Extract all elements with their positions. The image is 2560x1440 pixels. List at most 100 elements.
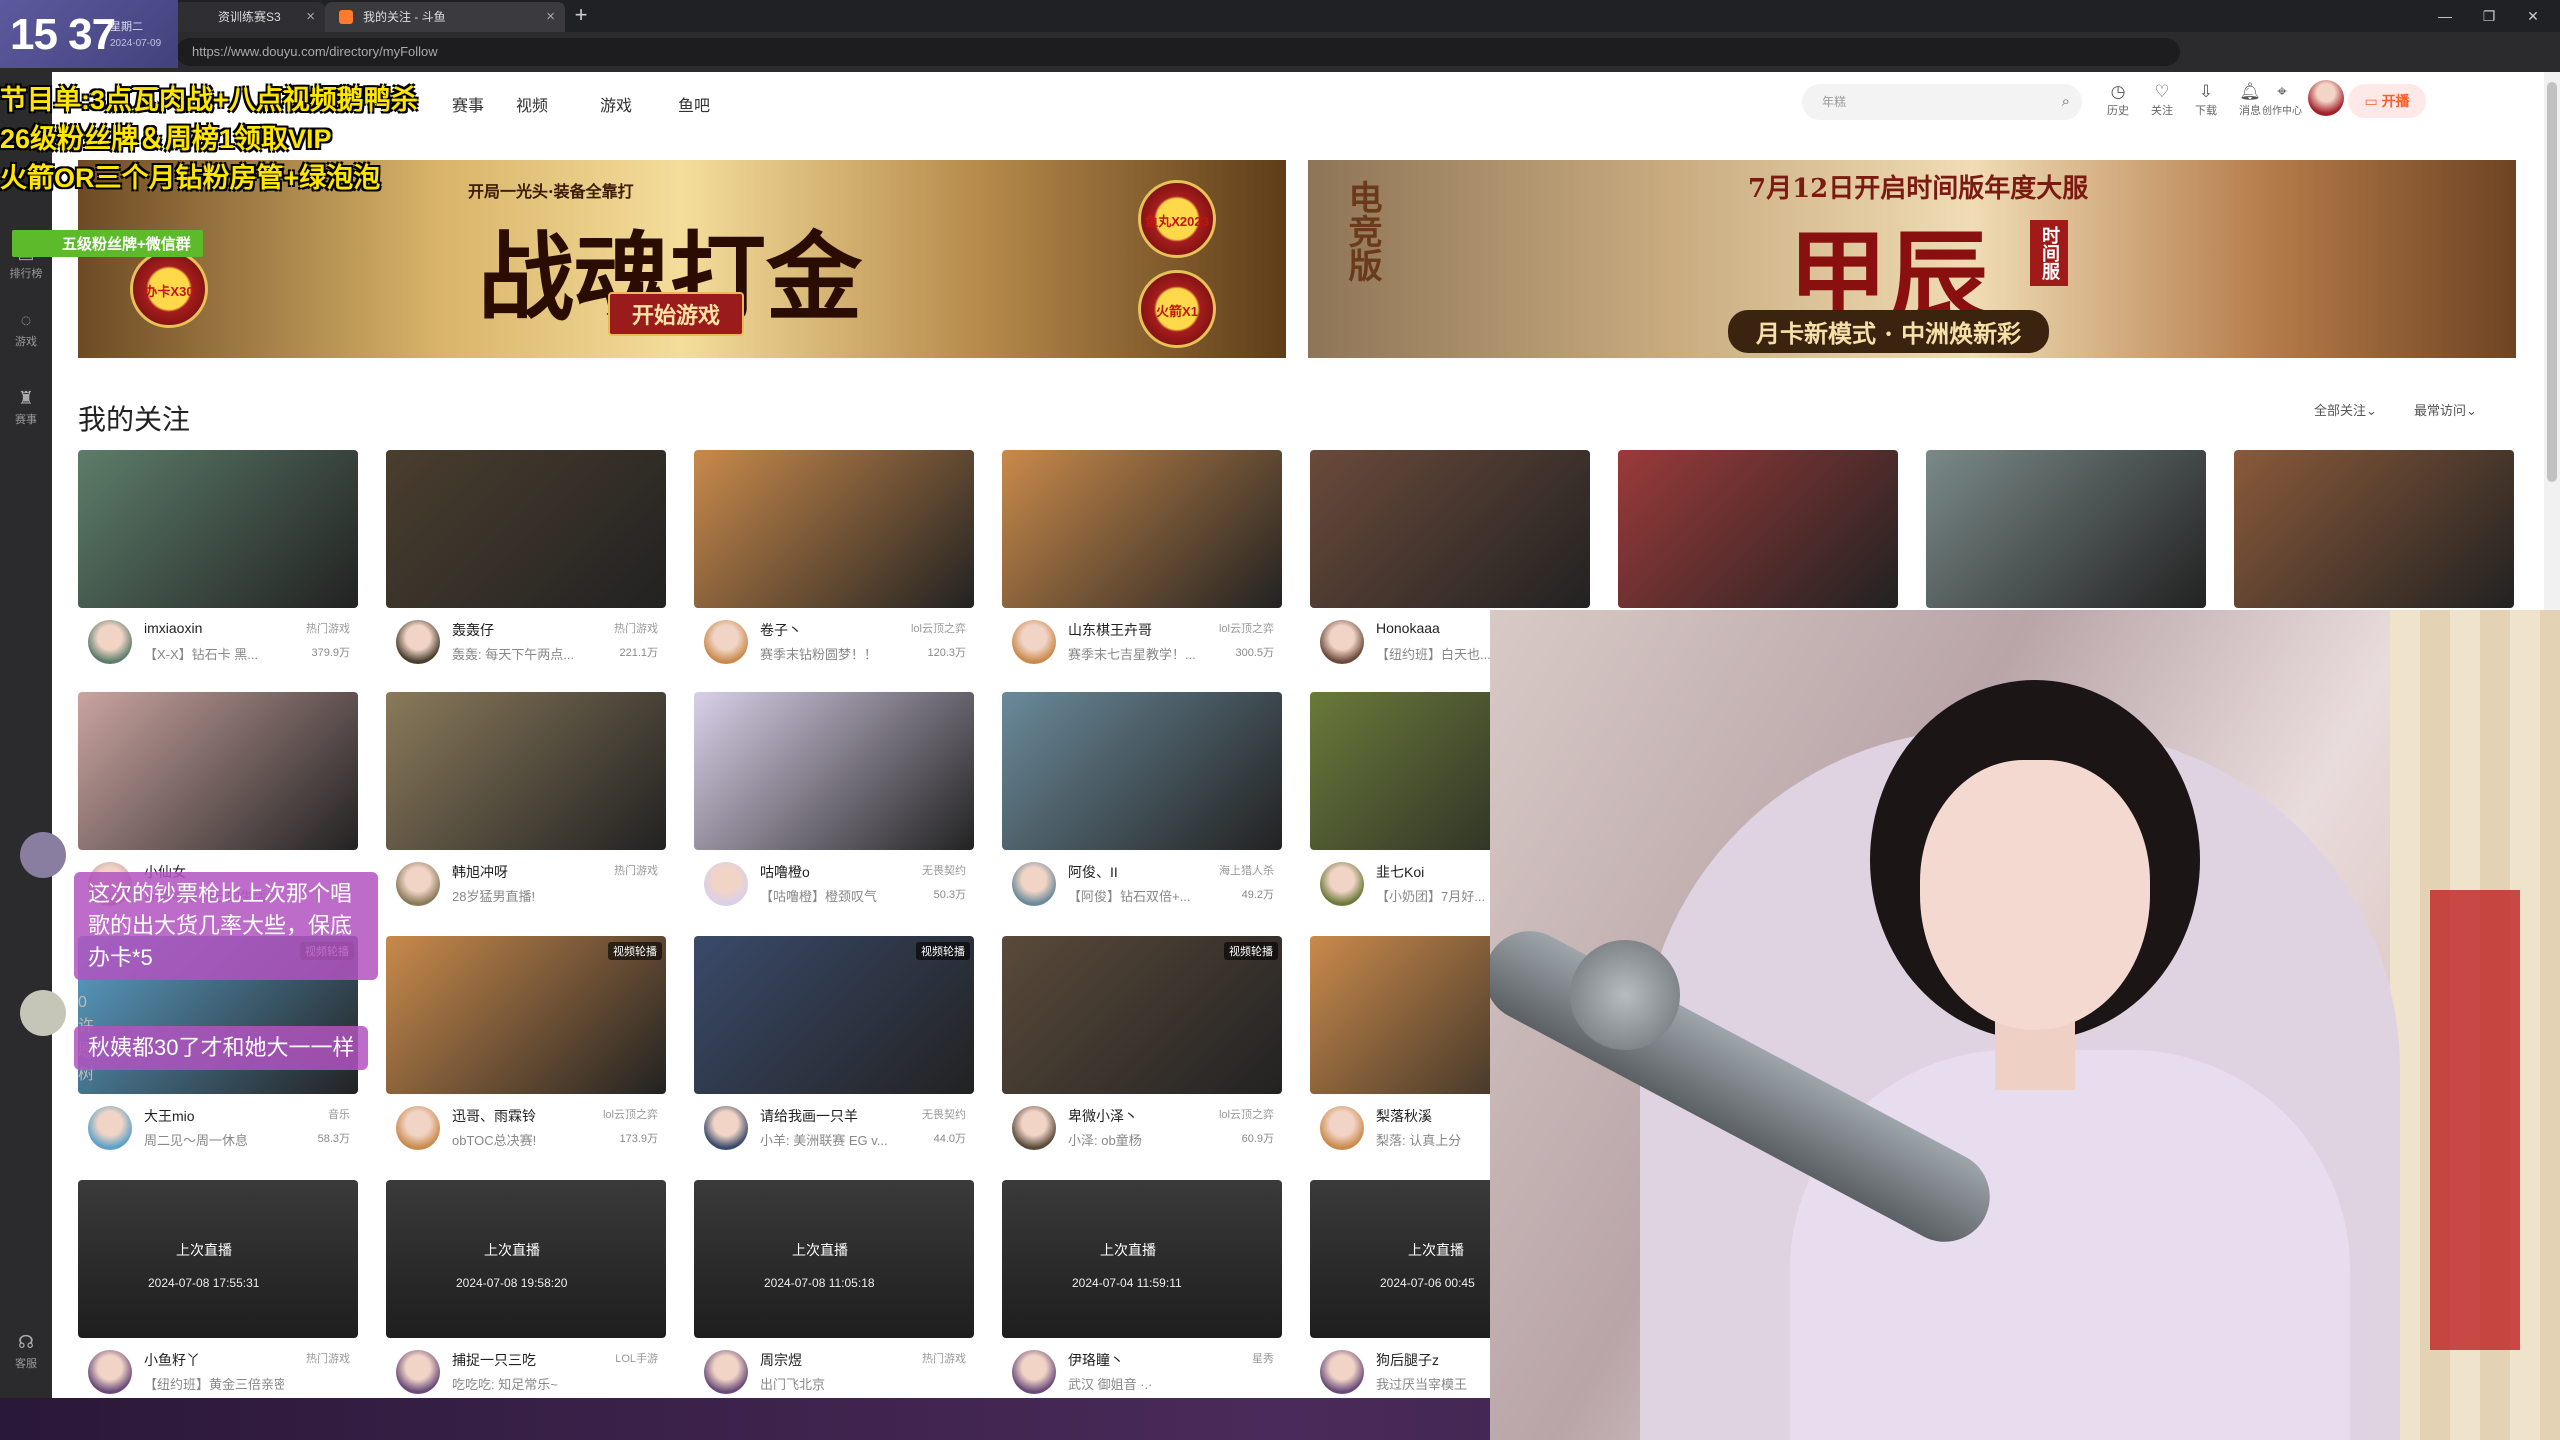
streamer-avatar[interactable] [1320, 862, 1364, 906]
new-tab-button[interactable]: + [566, 0, 596, 32]
scroll-thumb[interactable] [2547, 82, 2557, 482]
user-avatar[interactable] [2308, 80, 2344, 116]
streamer-avatar[interactable] [396, 1106, 440, 1150]
url-field[interactable]: https://www.douyu.com/directory/myFollow [176, 38, 2180, 66]
streamer-avatar[interactable] [1320, 1350, 1364, 1394]
follow-card[interactable]: imxiaoxin 热门游戏 【X-X】钻石卡 黑... 379.9万 [78, 450, 358, 678]
menu-games[interactable]: 游戏 [600, 92, 632, 116]
history-button[interactable]: ◷ 历史 [2098, 82, 2138, 118]
rail-item-service[interactable]: ☊ 客服 [8, 1332, 44, 1371]
follow-card[interactable]: 阿俊、II 海上猎人杀 【阿俊】钻石双倍+... 49.2万 [1002, 692, 1282, 920]
streamer-name[interactable]: 大王mio [144, 1106, 284, 1126]
streamer-name[interactable]: 卷子丶 [760, 620, 900, 640]
streamer-name[interactable]: 轰轰仔 [452, 620, 592, 640]
follow-card-offline[interactable]: 上次直播 2024-07-08 11:05:18 周宗煜 热门游戏 出门飞北京 [694, 1180, 974, 1408]
streamer-avatar[interactable] [704, 1350, 748, 1394]
stream-thumbnail[interactable] [386, 450, 666, 608]
follow-card[interactable]: 韩旭冲呀 热门游戏 28岁猛男直播! [386, 692, 666, 920]
stream-thumbnail[interactable] [386, 692, 666, 850]
follow-button[interactable]: ♡ 关注 [2142, 82, 2182, 118]
follow-card[interactable]: 视频轮播 请给我画一只羊 无畏契约 小羊: 美洲联赛 EG v... 44.0万 [694, 936, 974, 1164]
stream-thumbnail[interactable] [78, 692, 358, 850]
category-label[interactable]: lol云顶之弈 [1219, 1106, 1274, 1122]
minimize-icon[interactable]: — [2424, 0, 2466, 32]
stream-thumbnail[interactable]: 视频轮播 [386, 936, 666, 1094]
menu-video[interactable]: 视频 [516, 92, 548, 116]
stream-thumbnail[interactable] [1310, 450, 1590, 608]
follow-card[interactable]: 咕噜橙o 无畏契约 【咕噜橙】橙颈叹气 50.3万 [694, 692, 974, 920]
category-label[interactable]: 热门游戏 [306, 620, 350, 636]
promo-banner-2[interactable]: 电竞版 7月12日开启时间版年度大服 甲辰 时间服 月卡新模式 · 中洲焕新彩 [1308, 160, 2516, 358]
rail-item-games[interactable]: ◌ 游戏 [8, 310, 44, 349]
streamer-avatar[interactable] [1320, 620, 1364, 664]
category-label[interactable]: LOL手游 [615, 1350, 658, 1366]
follow-card[interactable]: 山东棋王卉哥 lol云顶之弈 赛季末七吉星教学！... 300.5万 [1002, 450, 1282, 678]
stream-thumbnail[interactable] [694, 450, 974, 608]
streamer-name[interactable]: 伊珞瞳丶 [1068, 1350, 1208, 1370]
streamer-avatar[interactable] [396, 620, 440, 664]
category-label[interactable]: 热门游戏 [922, 1350, 966, 1366]
category-label[interactable]: lol云顶之弈 [1219, 620, 1274, 636]
stream-thumbnail[interactable] [694, 692, 974, 850]
filter-dropdown[interactable]: 全部关注⌄ [2314, 400, 2377, 419]
stream-thumbnail[interactable] [78, 450, 358, 608]
sort-dropdown[interactable]: 最常访问⌄ [2414, 400, 2477, 419]
streamer-name[interactable]: 咕噜橙o [760, 862, 900, 882]
start-live-button[interactable]: ▭ 开播 [2348, 84, 2426, 118]
follow-card-offline[interactable]: 上次直播 2024-07-08 17:55:31 小鱼籽丫 热门游戏 【纽约班】黄金三倍… [78, 1180, 358, 1408]
streamer-avatar[interactable] [1012, 862, 1056, 906]
streamer-name[interactable]: 小鱼籽丫 [144, 1350, 284, 1370]
category-label[interactable]: 无畏契约 [922, 1106, 966, 1122]
streamer-name[interactable]: 周宗煜 [760, 1350, 900, 1370]
streamer-avatar[interactable] [88, 1350, 132, 1394]
start-game-button[interactable]: 开始游戏 [608, 292, 745, 336]
follow-card-offline[interactable]: 上次直播 2024-07-04 11:59:11 伊珞瞳丶 星秀 武汉 御姐音 ·.· [1002, 1180, 1282, 1408]
streamer-avatar[interactable] [1320, 1106, 1364, 1150]
follow-card[interactable]: 视频轮播 迅哥、雨霖铃 lol云顶之弈 obTOC总决赛! 173.9万 [386, 936, 666, 1164]
streamer-name[interactable]: 韩旭冲呀 [452, 862, 592, 882]
streamer-avatar[interactable] [88, 1106, 132, 1150]
streamer-avatar[interactable] [704, 620, 748, 664]
category-label[interactable]: 星秀 [1252, 1350, 1274, 1366]
category-label[interactable]: 热门游戏 [614, 862, 658, 878]
follow-card[interactable]: 卷子丶 lol云顶之弈 赛季末钻粉圆梦！！ 120.3万 [694, 450, 974, 678]
offline-thumbnail[interactable]: 上次直播 2024-07-08 17:55:31 [78, 1180, 358, 1338]
category-label[interactable]: lol云顶之弈 [911, 620, 966, 636]
stream-thumbnail[interactable] [2234, 450, 2514, 608]
stream-thumbnail[interactable]: 视频轮播 [694, 936, 974, 1094]
download-button[interactable]: ⇩ 下载 [2186, 82, 2226, 118]
streamer-avatar[interactable] [396, 1350, 440, 1394]
stream-thumbnail[interactable] [1618, 450, 1898, 608]
offline-thumbnail[interactable]: 上次直播 2024-07-08 19:58:20 [386, 1180, 666, 1338]
creator-center-button[interactable]: ⌖ 创作中心 [2254, 82, 2310, 117]
category-label[interactable]: 无畏契约 [922, 862, 966, 878]
streamer-avatar[interactable] [704, 862, 748, 906]
close-icon[interactable]: × [306, 2, 315, 32]
category-label[interactable]: 热门游戏 [306, 1350, 350, 1366]
search-icon[interactable]: ⌕ [2062, 84, 2070, 120]
offline-thumbnail[interactable]: 上次直播 2024-07-04 11:59:11 [1002, 1180, 1282, 1338]
streamer-name[interactable]: 捕捉一只三吃 [452, 1350, 592, 1370]
close-window-icon[interactable]: ✕ [2512, 0, 2554, 32]
menu-fishbar[interactable]: 鱼吧 [678, 92, 710, 116]
stream-thumbnail[interactable] [1926, 450, 2206, 608]
category-label[interactable]: 音乐 [328, 1106, 350, 1122]
streamer-avatar[interactable] [1012, 620, 1056, 664]
browser-tab-2[interactable]: 我的关注 - 斗鱼 × [325, 2, 565, 32]
streamer-avatar[interactable] [88, 620, 132, 664]
stream-thumbnail[interactable]: 视频轮播 [1002, 936, 1282, 1094]
category-label[interactable]: lol云顶之弈 [603, 1106, 658, 1122]
stream-thumbnail[interactable] [1002, 692, 1282, 850]
category-label[interactable]: 海上猎人杀 [1219, 862, 1274, 878]
streamer-name[interactable]: 山东棋王卉哥 [1068, 620, 1208, 640]
menu-events[interactable]: 赛事 [452, 92, 484, 116]
streamer-name[interactable]: 迅哥、雨霖铃 [452, 1106, 592, 1126]
offline-thumbnail[interactable]: 上次直播 2024-07-08 11:05:18 [694, 1180, 974, 1338]
streamer-name[interactable]: 阿俊、II [1068, 862, 1208, 882]
category-label[interactable]: 热门游戏 [614, 620, 658, 636]
streamer-avatar[interactable] [1012, 1106, 1056, 1150]
streamer-avatar[interactable] [1012, 1350, 1056, 1394]
follow-card[interactable]: 轰轰仔 热门游戏 轰轰: 每天下午两点... 221.1万 [386, 450, 666, 678]
streamer-name[interactable]: 请给我画一只羊 [760, 1106, 900, 1126]
rail-item-events[interactable]: ♜ 赛事 [8, 388, 44, 427]
